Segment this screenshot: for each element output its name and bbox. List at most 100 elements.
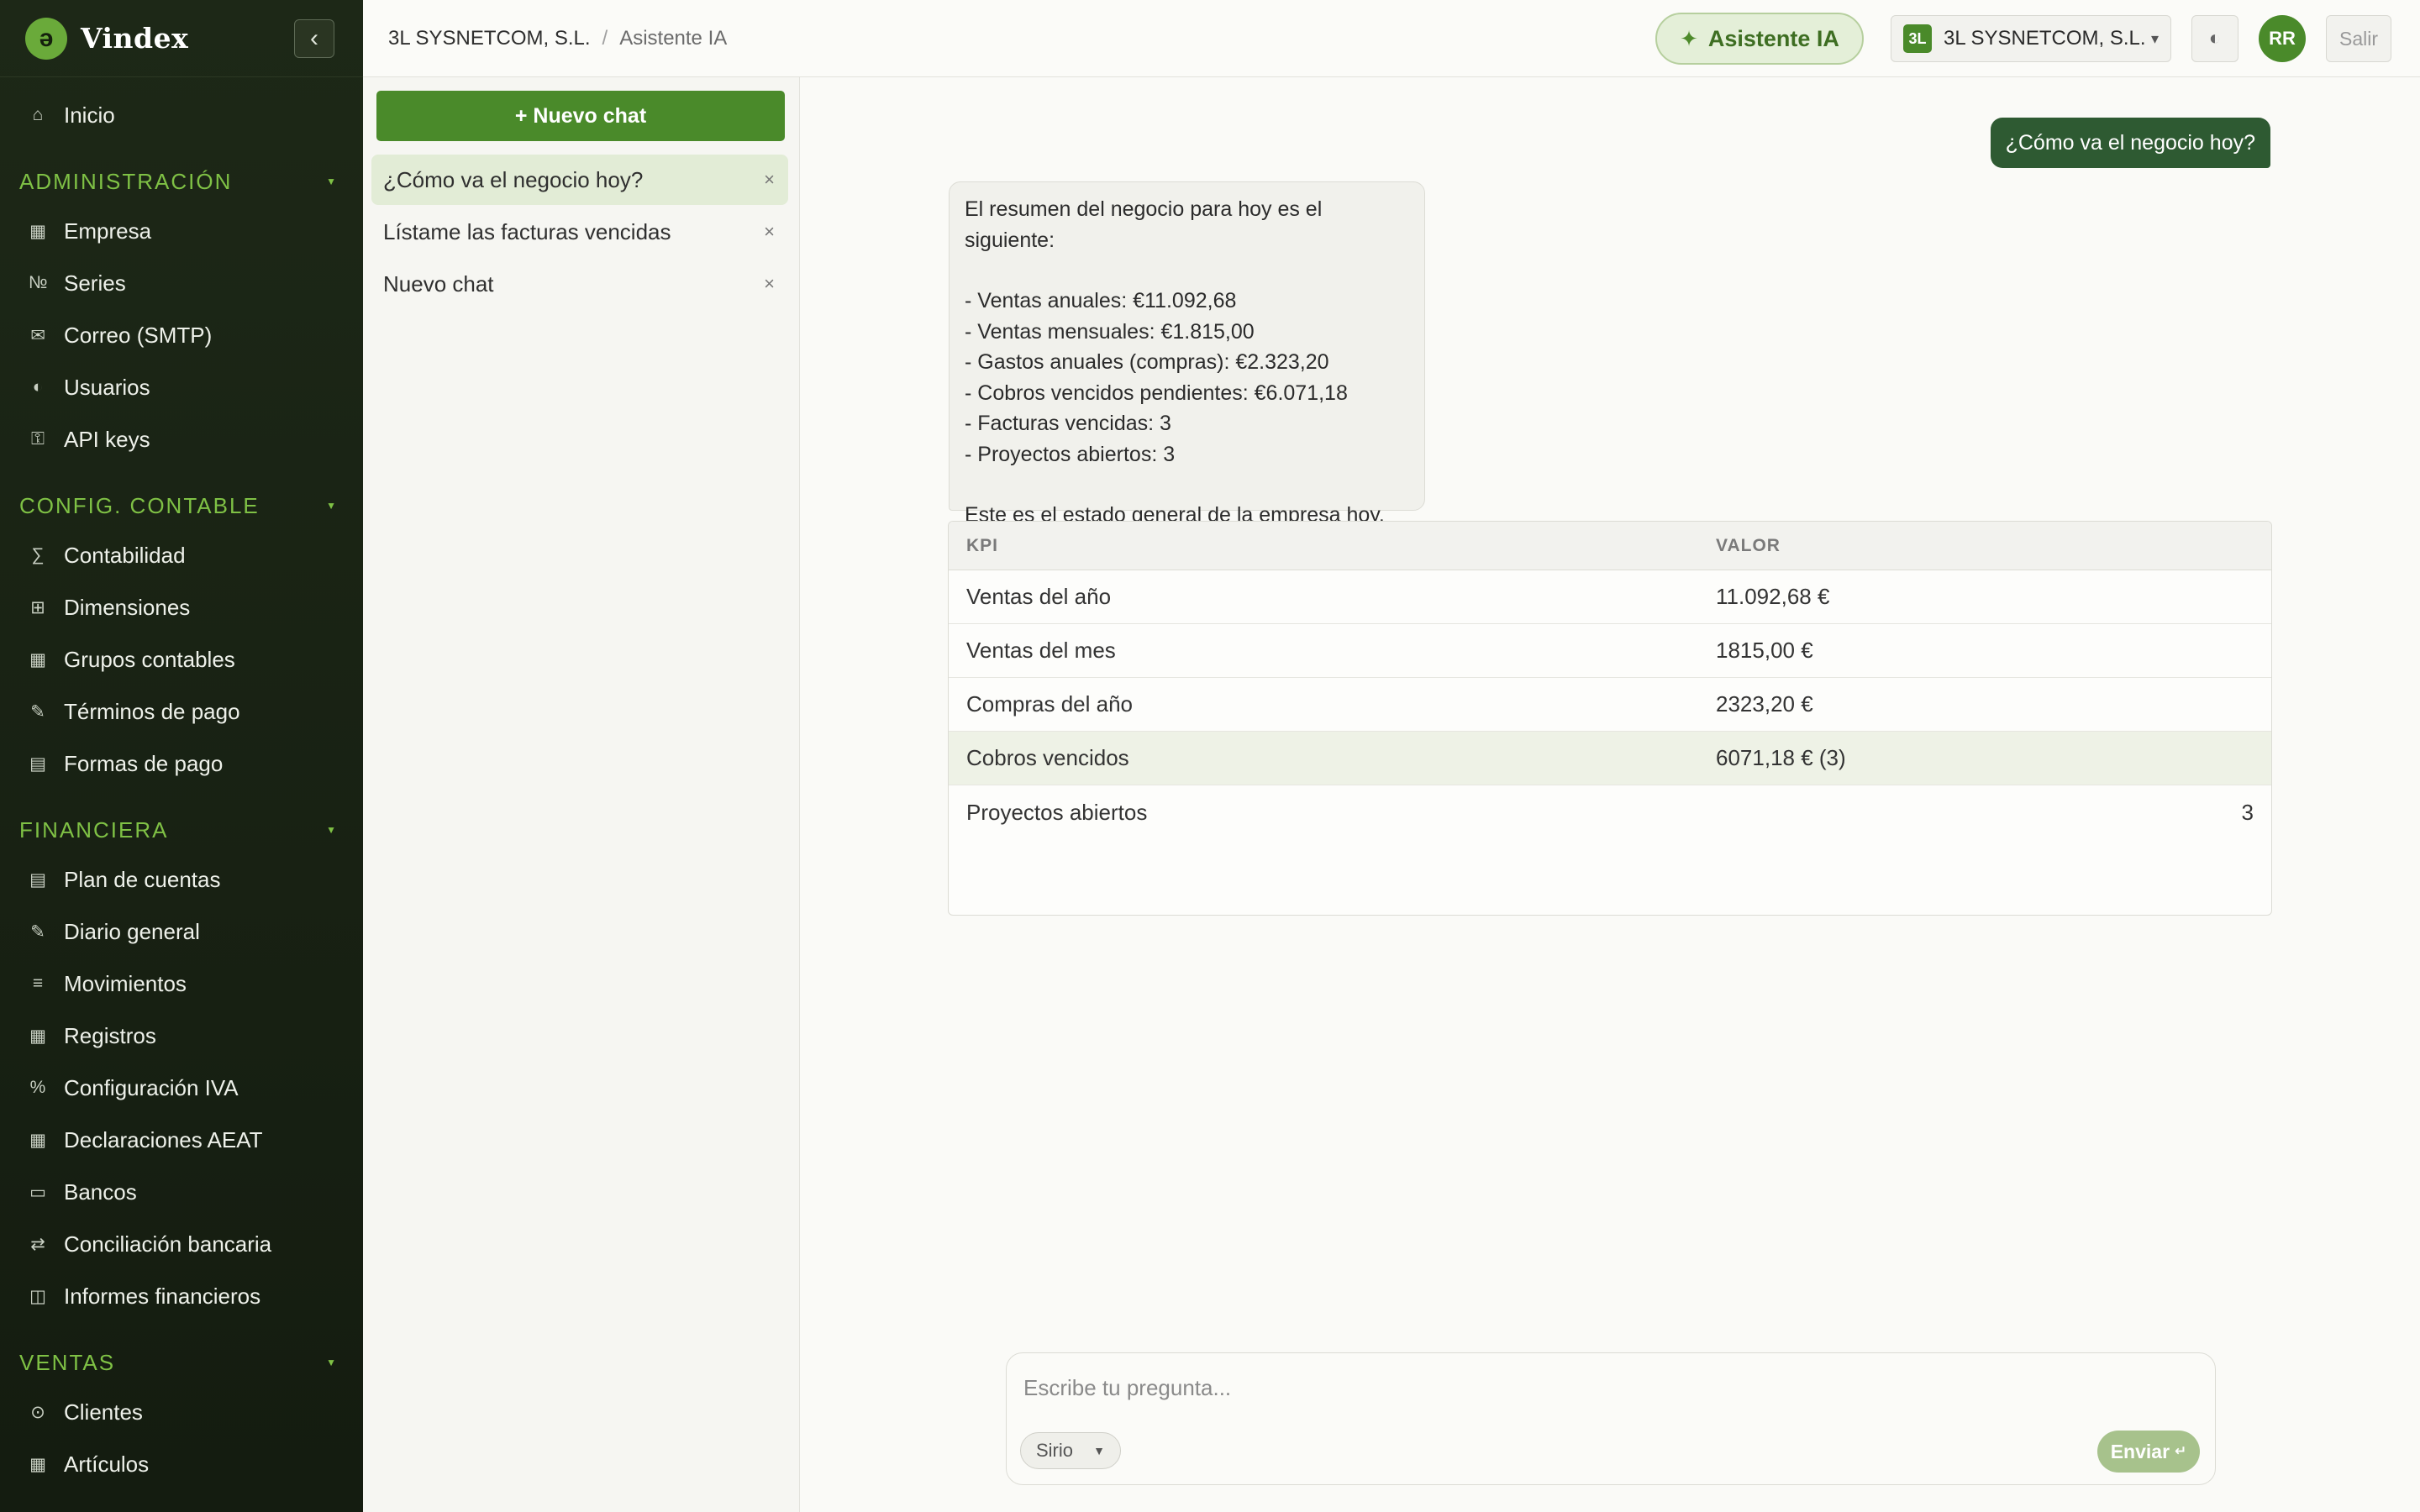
message-composer: Sirio ▼ Enviar ↵ <box>1006 1352 2216 1485</box>
close-icon[interactable]: × <box>764 169 775 191</box>
chevron-down-icon: ▼ <box>326 824 338 836</box>
ai-assistant-label: Asistente IA <box>1707 25 1839 51</box>
company-badge: 3L <box>1903 24 1932 53</box>
half-circle-icon: ◐ <box>2208 27 2222 50</box>
mail-icon: ✉ <box>30 325 45 345</box>
sigma-icon: ∑ <box>31 545 45 564</box>
chevron-down-icon: ▼ <box>326 1357 338 1368</box>
sidebar-item-terminos-de-pago[interactable]: ✎ Términos de pago <box>0 685 363 738</box>
sidebar-item-empresa[interactable]: ▦ Empresa <box>0 205 363 257</box>
enter-key-icon: ↵ <box>2175 1443 2187 1459</box>
table-row: Cobros vencidos 6071,18 € (3) <box>949 732 2271 785</box>
sidebar-section-administracion[interactable]: ADMINISTRACIÓN ▼ <box>0 158 363 205</box>
column-header-valor: VALOR <box>1716 535 1781 555</box>
chat-item-title: ¿Cómo va el negocio hoy? <box>383 166 644 192</box>
send-button[interactable]: Enviar ↵ <box>2097 1431 2200 1473</box>
company-selector[interactable]: 3L 3L SYSNETCOM, S.L. ▾ <box>1891 15 2171 62</box>
chat-item-active[interactable]: ¿Cómo va el negocio hoy? × <box>371 155 788 205</box>
sidebar-item-registros[interactable]: ▦ Registros <box>0 1010 363 1062</box>
section-title: FINANCIERA <box>19 816 169 843</box>
sidebar-item-label: Contabilidad <box>64 542 186 568</box>
list-icon: ▤ <box>29 753 46 774</box>
breadcrumb: 3L SYSNETCOM, S.L. / Asistente IA <box>388 27 727 50</box>
sidebar-item-correo[interactable]: ✉ Correo (SMTP) <box>0 309 363 361</box>
topbar: 3L SYSNETCOM, S.L. / Asistente IA ✦ Asis… <box>363 0 2420 77</box>
sidebar-item-label: API keys <box>64 426 150 452</box>
assistant-bullet: - Ventas mensuales: €1.815,00 <box>965 319 1255 344</box>
kpi-cell: Ventas del mes <box>966 638 1116 663</box>
close-icon[interactable]: × <box>764 273 775 295</box>
clients-icon: ⊙ <box>30 1402 45 1422</box>
sidebar-item-conciliacion-bancaria[interactable]: ⇄ Conciliación bancaria <box>0 1218 363 1270</box>
table-icon: ▦ <box>29 1130 46 1150</box>
pencil-icon: ✎ <box>30 701 45 722</box>
chat-item[interactable]: Lístame las facturas vencidas × <box>371 207 788 257</box>
sidebar-item-diario-general[interactable]: ✎ Diario general <box>0 906 363 958</box>
model-selector[interactable]: Sirio ▼ <box>1020 1432 1121 1469</box>
sidebar-item-plan-de-cuentas[interactable]: ▤ Plan de cuentas <box>0 853 363 906</box>
sidebar-item-clientes[interactable]: ⊙ Clientes <box>0 1386 363 1438</box>
sparkle-icon: ✦ <box>1680 25 1698 51</box>
sidebar-section-ventas[interactable]: VENTAS ▼ <box>0 1339 363 1386</box>
sidebar-item-series[interactable]: № Series <box>0 257 363 309</box>
sidebar-section-financiera[interactable]: FINANCIERA ▼ <box>0 806 363 853</box>
model-name: Sirio <box>1036 1440 1074 1461</box>
assistant-message-bubble: El resumen del negocio para hoy es el si… <box>949 181 1425 527</box>
key-icon: ⚿ <box>31 429 45 449</box>
question-input[interactable] <box>1023 1367 2183 1409</box>
brand-name: Vindex <box>81 22 189 55</box>
table-row: Compras del año 2323,20 € <box>949 678 2271 732</box>
assistant-bullet: - Gastos anuales (compras): €2.323,20 <box>965 350 1329 374</box>
sidebar-item-dimensiones[interactable]: ⊞ Dimensiones <box>0 581 363 633</box>
sidebar-item-inicio[interactable]: ⌂ Inicio <box>0 89 363 141</box>
chat-item[interactable]: Nuevo chat × <box>371 259 788 309</box>
sidebar-item-configuracion-iva[interactable]: % Configuración IVA <box>0 1062 363 1114</box>
section-title: CONFIG. CONTABLE <box>19 492 260 518</box>
sidebar-section-config-contable[interactable]: CONFIG. CONTABLE ▼ <box>0 482 363 529</box>
collapse-sidebar-button[interactable]: ‹ <box>294 18 334 58</box>
section-title: ADMINISTRACIÓN <box>19 168 233 194</box>
new-chat-button[interactable]: + Nuevo chat <box>376 91 785 141</box>
box-icon: ▦ <box>29 1454 46 1474</box>
assistant-bullet: - Facturas vencidas: 3 <box>965 412 1171 435</box>
avatar[interactable]: RR <box>2259 15 2306 62</box>
sidebar-item-label: Formas de pago <box>64 750 224 776</box>
sidebar-item-informes-financieros[interactable]: ◫ Informes financieros <box>0 1270 363 1322</box>
sidebar-item-articulos[interactable]: ▦ Artículos <box>0 1438 363 1490</box>
kpi-table: KPI VALOR Ventas del año 11.092,68 € Ven… <box>948 521 2272 916</box>
assistant-intro: El resumen del negocio para hoy es el si… <box>965 197 1323 252</box>
chat-item-title: Lístame las facturas vencidas <box>383 218 671 244</box>
column-header-kpi: KPI <box>966 535 999 555</box>
sidebar-item-label: Términos de pago <box>64 698 240 724</box>
table-icon: ▦ <box>29 1026 46 1046</box>
sidebar-item-label: Declaraciones AEAT <box>64 1126 263 1152</box>
chevron-left-icon: ‹ <box>310 24 318 52</box>
chevron-down-icon: ▼ <box>326 500 338 512</box>
theme-toggle-button[interactable]: ◐ <box>2191 15 2238 62</box>
sidebar-item-label: Diario general <box>64 918 200 944</box>
sidebar-item-label: Dimensiones <box>64 594 191 620</box>
sidebar-item-bancos[interactable]: ▭ Bancos <box>0 1166 363 1218</box>
sidebar-item-api-keys[interactable]: ⚿ API keys <box>0 413 363 465</box>
sidebar-item-label: Conciliación bancaria <box>64 1231 272 1257</box>
sidebar-item-formas-de-pago[interactable]: ▤ Formas de pago <box>0 738 363 790</box>
close-icon[interactable]: × <box>764 221 775 243</box>
logout-button[interactable]: Salir <box>2326 15 2391 62</box>
sidebar-item-movimientos[interactable]: ≡ Movimientos <box>0 958 363 1010</box>
user-icon: ◐ <box>32 377 44 396</box>
ai-assistant-button[interactable]: ✦ Asistente IA <box>1655 13 1864 65</box>
sidebar-item-grupos-contables[interactable]: ▦ Grupos contables <box>0 633 363 685</box>
user-message-bubble: ¿Cómo va el negocio hoy? <box>1990 118 2270 168</box>
kpi-cell: Proyectos abiertos <box>966 799 1148 825</box>
assistant-bullet: - Cobros vencidos pendientes: €6.071,18 <box>965 381 1348 405</box>
sidebar-item-usuarios[interactable]: ◐ Usuarios <box>0 361 363 413</box>
sidebar-item-label: Plan de cuentas <box>64 866 221 892</box>
percent-icon: % <box>29 1078 46 1097</box>
sidebar-item-declaraciones-aeat[interactable]: ▦ Declaraciones AEAT <box>0 1114 363 1166</box>
sidebar-item-contabilidad[interactable]: ∑ Contabilidad <box>0 529 363 581</box>
breadcrumb-company[interactable]: 3L SYSNETCOM, S.L. <box>388 27 591 50</box>
sidebar-header: ə Vindex ‹ <box>0 0 363 77</box>
pencil-icon: ✎ <box>30 921 45 942</box>
kpi-cell: Ventas del año <box>966 584 1112 609</box>
home-icon: ⌂ <box>32 105 44 124</box>
